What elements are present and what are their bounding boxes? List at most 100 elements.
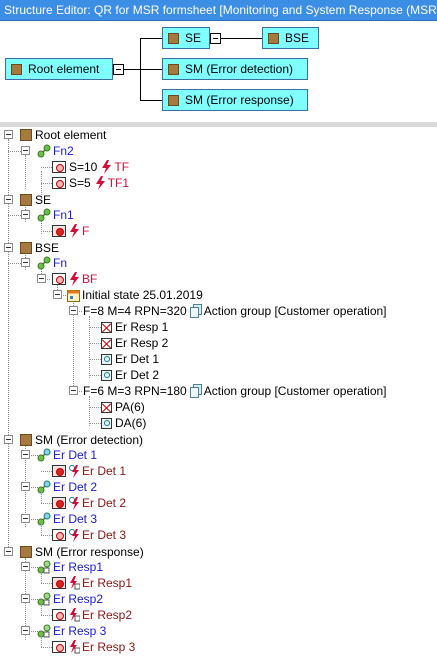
- action-group-icon: [189, 384, 202, 398]
- tree-node-sm-detection[interactable]: SM (Error detection): [20, 432, 143, 448]
- failure-mode-icon: [52, 225, 66, 237]
- tree-node-function[interactable]: Er Det 2: [37, 479, 97, 495]
- tree-guide: [41, 604, 42, 615]
- tree-node-action-item[interactable]: Er Det 1: [101, 351, 159, 367]
- diagram-node-se[interactable]: SE: [162, 27, 210, 49]
- function-icon: [37, 208, 51, 222]
- tree-collapse-toggle[interactable]: [69, 306, 78, 315]
- tree-node-failure[interactable]: Er Resp2: [52, 607, 132, 623]
- response-lightning-icon: [70, 576, 80, 590]
- tree-collapse-toggle[interactable]: [4, 435, 13, 444]
- tree-guide: [41, 167, 52, 168]
- detection-action-icon: [101, 417, 112, 429]
- tree-node-failure[interactable]: Er Resp1: [52, 575, 132, 591]
- tree-node-action-item[interactable]: Er Resp 1: [101, 319, 168, 335]
- structure-element-icon: [20, 434, 32, 446]
- diagram-node-sm-response[interactable]: SM (Error response): [162, 89, 308, 111]
- monitoring-lightning-icon: [69, 529, 79, 542]
- tree-node-failure[interactable]: BF: [52, 271, 97, 287]
- tree-node-sm-response[interactable]: SM (Error response): [20, 544, 144, 560]
- tree-node-label: F=8 M=4 RPN=320: [83, 304, 187, 318]
- structure-element-icon: [268, 32, 279, 44]
- tree-node-function[interactable]: Er Resp2: [37, 591, 103, 607]
- tree-node-failure[interactable]: Er Det 2: [52, 495, 126, 511]
- tree-node-action: Action group [Customer operation]: [203, 304, 387, 318]
- tree-node-state[interactable]: Initial state 25.01.2019: [67, 287, 203, 303]
- tree-node-failure[interactable]: S=5 TF1: [52, 175, 129, 191]
- collapse-toggle-root[interactable]: [113, 64, 124, 75]
- tree-node-label: Er Resp 2: [115, 336, 169, 350]
- tree-guide: [41, 183, 52, 184]
- diagram-node-bse[interactable]: BSE: [262, 27, 319, 49]
- function-icon: [37, 144, 51, 158]
- diagram-node-sm-detection[interactable]: SM (Error detection): [162, 58, 308, 80]
- tree-node-tag: F: [82, 224, 90, 238]
- tree-node-failure[interactable]: F: [52, 223, 89, 239]
- function-icon: [37, 256, 51, 270]
- structure-element-icon: [20, 546, 32, 558]
- tree-node-function[interactable]: Fn: [37, 255, 67, 271]
- tree-node-action-item[interactable]: Er Resp 2: [101, 335, 168, 351]
- tree-node-bse[interactable]: BSE: [20, 240, 59, 256]
- response-action-icon: [101, 321, 112, 333]
- tree-node-function[interactable]: Er Resp1: [37, 559, 103, 575]
- tree-collapse-toggle[interactable]: [21, 594, 30, 603]
- action-group-icon: [189, 304, 202, 318]
- tree-node-function[interactable]: Er Resp 3: [37, 623, 106, 639]
- tree-collapse-toggle[interactable]: [21, 258, 30, 267]
- structure-diagram: Root element SE BSE SM (Error detection)…: [0, 21, 437, 122]
- tree-guide: [41, 583, 52, 584]
- tree-collapse-toggle[interactable]: [4, 130, 13, 139]
- tree-collapse-toggle[interactable]: [21, 146, 30, 155]
- tree-collapse-toggle[interactable]: [53, 290, 62, 299]
- tree-collapse-toggle[interactable]: [69, 386, 78, 395]
- monitoring-function-icon: [37, 448, 51, 462]
- tree-node-label: Er Det 2: [53, 480, 98, 494]
- tree-guide: [89, 396, 90, 426]
- tree-collapse-toggle[interactable]: [21, 482, 30, 491]
- tree-node-action-item[interactable]: Er Det 2: [101, 367, 159, 383]
- tree-collapse-toggle[interactable]: [37, 274, 46, 283]
- tree-node-se[interactable]: SE: [20, 192, 51, 208]
- tree-collapse-toggle[interactable]: [21, 450, 30, 459]
- tree-guide: [8, 215, 21, 216]
- tree-node-action-item[interactable]: DA(6): [101, 415, 146, 431]
- tree-node-failure[interactable]: Er Resp 3: [52, 639, 135, 655]
- tree-node-failure[interactable]: Er Det 1: [52, 463, 126, 479]
- tree-node-function[interactable]: Er Det 1: [37, 447, 97, 463]
- tree-collapse-toggle[interactable]: [21, 514, 30, 523]
- tree-guide: [41, 471, 52, 472]
- tree-collapse-toggle[interactable]: [4, 243, 13, 252]
- tree-node-function[interactable]: Fn1: [37, 207, 74, 223]
- structure-element-icon: [11, 63, 22, 75]
- tree-node-failure[interactable]: S=10 TF: [52, 159, 129, 175]
- tree-node-rpn-group[interactable]: F=6 M=3 RPN=180 Action group [Customer o…: [83, 383, 387, 399]
- collapse-toggle-se[interactable]: [210, 33, 221, 44]
- tree-node-label: S=10: [69, 160, 98, 174]
- tree-collapse-toggle[interactable]: [4, 195, 13, 204]
- tree-guide: [89, 343, 101, 344]
- tree-collapse-toggle[interactable]: [4, 547, 13, 556]
- response-function-icon: [37, 624, 51, 638]
- tree-node-label: Initial state 25.01.2019: [82, 288, 203, 302]
- tree-node-root[interactable]: Root element: [20, 127, 106, 143]
- diagram-connector: [221, 38, 262, 39]
- tree-node-function[interactable]: Er Det 3: [37, 511, 97, 527]
- response-lightning-icon: [70, 640, 80, 654]
- tree-node-function[interactable]: Fn2: [37, 143, 74, 159]
- failure-mode-icon: [52, 161, 66, 173]
- tree-collapse-toggle[interactable]: [21, 626, 30, 635]
- tree-node-label: Er Resp 3: [53, 624, 107, 638]
- tree-collapse-toggle[interactable]: [21, 562, 30, 571]
- failure-mode-icon: [52, 273, 66, 285]
- tree-node-label: S=5: [69, 176, 91, 190]
- tree-node-rpn-group[interactable]: F=8 M=4 RPN=320 Action group [Customer o…: [83, 303, 387, 319]
- tree-node-action-item[interactable]: PA(6): [101, 399, 145, 415]
- tree-node-failure[interactable]: Er Det 3: [52, 527, 126, 543]
- tree-collapse-toggle[interactable]: [21, 210, 30, 219]
- lightning-icon: [95, 176, 105, 190]
- tree-node-label: Fn: [53, 256, 68, 270]
- diagram-connector: [140, 69, 162, 70]
- monitoring-lightning-icon: [69, 465, 79, 478]
- diagram-node-root[interactable]: Root element: [5, 58, 113, 80]
